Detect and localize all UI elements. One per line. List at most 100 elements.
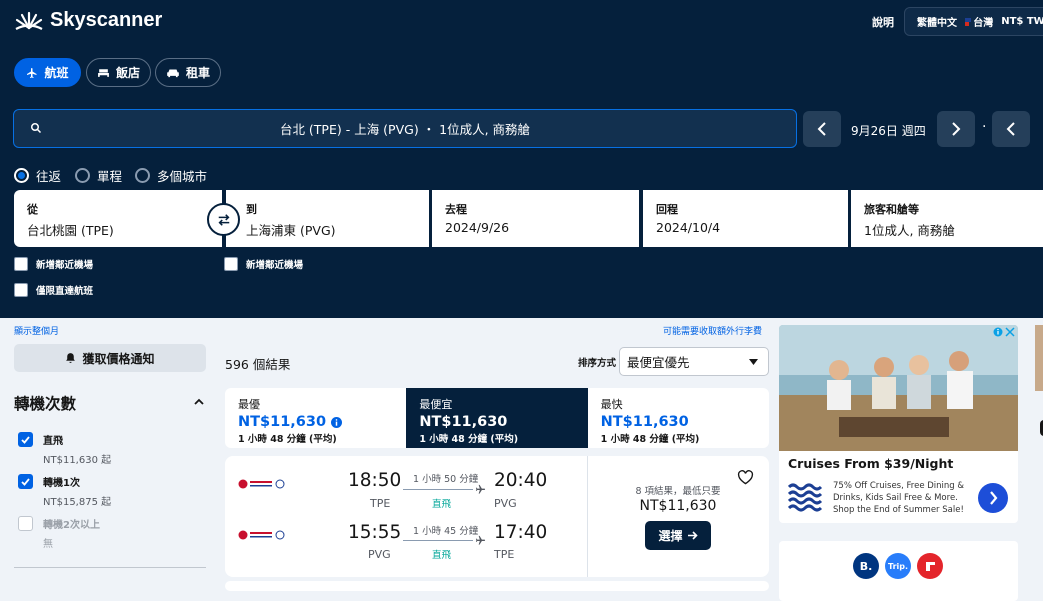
info-icon[interactable] [331,416,343,428]
price-alert-button[interactable]: 獲取價格通知 [14,344,206,372]
next-result-card[interactable] [225,581,769,591]
checkbox-box [14,283,28,297]
checkbox-box [14,257,28,271]
tab-cheapest[interactable]: 最便宜 NT$11,630 1 小時 48 分鐘 (平均) [406,388,588,448]
passengers-label: 旅客和艙等 [864,203,919,216]
to-field[interactable]: 到 上海浦東 (PVG) [226,190,429,247]
date-separator: · [982,119,987,135]
stops-direct-price: NT$11,630 起 [43,455,112,466]
select-label: 選擇 [658,529,683,543]
language-label: 繁體中文 [917,18,957,29]
swap-icon [218,213,229,226]
sort-select[interactable]: 最便宜優先 [619,347,769,376]
brand-name: Skyscanner [50,9,163,31]
tab-fastest-duration: 1 小時 48 分鐘 (平均) [600,434,700,445]
date-label: 9月26日 週四 [851,124,926,138]
results-count: 596 個結果 [225,357,291,372]
prev-date-button[interactable] [803,111,841,147]
out-depart-time: 18:50 [348,470,402,491]
whole-month-link[interactable]: 顯示整個月 [14,324,59,337]
tab-cheapest-duration: 1 小時 48 分鐘 (平均) [419,434,519,445]
back-stops: 直飛 [432,550,452,561]
plane-icon [27,67,37,78]
sort-label: 排序方式 [578,358,617,369]
plane-icon [475,535,486,545]
return-field[interactable]: 回程 2024/10/4 [643,190,848,247]
passengers-field[interactable]: 旅客和艙等 1位成人, 商務艙 [851,190,1043,247]
tab-best[interactable]: 最優 NT$11,630 1 小時 48 分鐘 (平均) [225,388,406,448]
chevron-left-icon [1006,122,1015,136]
booking-logo-text: B. [859,559,873,573]
from-field[interactable]: 從 台北桃園 (TPE) [14,190,222,247]
tab-cars[interactable]: 租車 [155,58,221,87]
tab-flights[interactable]: 航班 [14,58,81,87]
locale-button[interactable]: 繁體中文 台灣 NT$ TWD [904,7,1043,36]
tab-cheapest-price: NT$11,630 [419,414,508,430]
back-depart-time: 15:55 [348,522,402,543]
tab-cheapest-label: 最便宜 [419,398,453,411]
partner-logo-icon [917,553,943,579]
sunburst-icon [15,11,43,30]
radio-round-trip-label: 往返 [36,169,62,184]
partner-ad[interactable]: B. Trip. [779,541,1018,601]
radio-one-way[interactable]: 單程 [75,166,122,185]
nearby-from-checkbox[interactable]: 新增鄰近機場 [14,257,93,271]
airline-logo-icon [238,479,285,489]
tab-best-price-text: NT$11,630 [238,414,327,430]
route-line [403,489,473,490]
radio-dot [14,168,29,183]
flight-result-card[interactable]: 18:50 TPE 1 小時 50 分鐘 直飛 20:40 PVG 15:55 … [225,456,769,577]
radio-one-way-label: 單程 [97,169,123,184]
taiwan-flag-icon [965,17,972,26]
stops-two-plus-label: 轉機2次以上 [43,520,100,531]
stops-title: 轉機次數 [14,395,77,413]
skyscanner-logo[interactable]: Skyscanner [14,9,162,32]
tab-cars-label: 租車 [185,66,210,80]
radio-dot [135,168,150,183]
nearby-to-checkbox[interactable]: 新增鄰近機場 [224,257,303,271]
radio-dot [75,168,90,183]
from-value: 台北桃園 (TPE) [27,223,114,238]
check-icon [21,435,30,444]
radio-round-trip[interactable]: 往返 [14,166,61,185]
search-summary-bar[interactable]: 台北 (TPE) - 上海 (PVG) ・ 1位成人, 商務艙 [13,109,797,148]
checkbox-box [224,257,238,271]
stops-direct-checkbox[interactable]: 直飛 NT$11,630 起 [18,432,111,466]
stops-one-label: 轉機1次 [43,478,80,489]
chevron-up-icon[interactable] [194,398,204,405]
help-link[interactable]: 說明 [872,14,894,30]
tab-hotels[interactable]: 飯店 [86,58,151,87]
tab-best-duration: 1 小時 48 分鐘 (平均) [238,434,337,445]
booking-logo-icon: B. [853,553,879,579]
ad-cta-button[interactable] [978,483,1008,513]
stops-one-checkbox[interactable]: 轉機1次 NT$15,875 起 [18,474,111,508]
tab-fastest[interactable]: 最快 NT$11,630 1 小時 48 分鐘 (平均) [588,388,769,448]
stops-two-plus-checkbox: 轉機2次以上無 [18,516,100,550]
prev-return-date-button[interactable] [992,111,1030,147]
checkbox-box [18,516,33,531]
stops-direct-label: 直飛 [43,436,63,447]
direct-only-checkbox[interactable]: 僅限直達航班 [14,283,93,297]
trip-logo-icon: Trip. [885,553,911,579]
radio-multi-city-label: 多個城市 [157,169,208,184]
depart-field[interactable]: 去程 2024/9/26 [432,190,639,247]
checkbox-box [18,432,33,447]
baggage-fees-link[interactable]: 可能需要收取額外行李費 [663,324,762,337]
radio-multi-city[interactable]: 多個城市 [135,166,207,185]
tab-best-price: NT$11,630 [238,414,393,430]
region-label: 台灣 [973,18,994,29]
search-icon [31,123,42,134]
chevron-right-icon [989,491,997,505]
ad-banner[interactable]: Cruises From $39/Night 75% Off Cruises, … [779,325,1018,523]
out-duration: 1 小時 50 分鐘 [413,474,479,485]
ad-body: 75% Off Cruises, Free Dining & Drinks, K… [833,481,965,515]
direct-only-label: 僅限直達航班 [36,286,94,297]
swap-button[interactable] [207,203,240,236]
bell-icon [66,353,76,363]
nearby-to-label: 新增鄰近機場 [246,260,304,271]
select-button[interactable]: 選擇 [645,521,711,550]
from-label: 從 [27,203,38,216]
search-summary-text: 台北 (TPE) - 上海 (PVG) ・ 1位成人, 商務艙 [279,122,531,137]
next-date-button[interactable] [937,111,975,147]
ad-choices-icon[interactable] [993,327,1015,337]
